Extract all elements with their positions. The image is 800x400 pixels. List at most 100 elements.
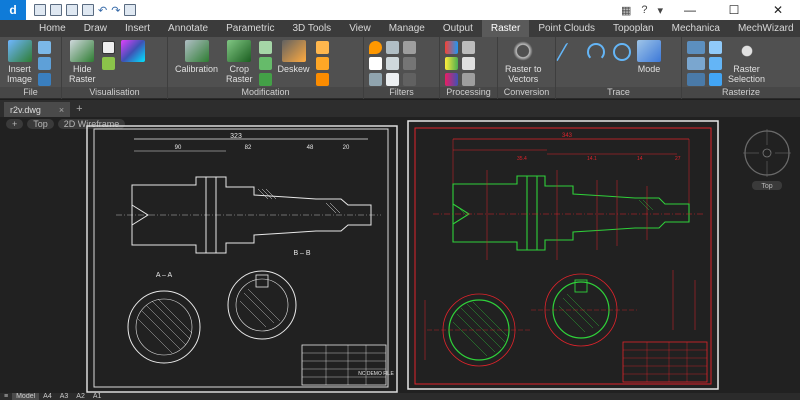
tab-insert[interactable]: Insert bbox=[116, 20, 159, 37]
save-icon[interactable] bbox=[66, 4, 78, 16]
open-folder-icon[interactable] bbox=[50, 4, 62, 16]
erase-raster-icon[interactable] bbox=[709, 41, 722, 54]
rasterize-all-icon[interactable] bbox=[687, 73, 705, 86]
raster-drawing-sheet[interactable]: 323 90 82 48 20 A – A B – B NC DEMO FILE bbox=[86, 125, 398, 393]
minimize-button[interactable]: — bbox=[668, 0, 712, 20]
maximize-button[interactable]: ☐ bbox=[712, 0, 756, 20]
close-button[interactable]: ✕ bbox=[756, 0, 800, 20]
tab-output[interactable]: Output bbox=[434, 20, 482, 37]
align-raster-icon[interactable] bbox=[315, 41, 329, 54]
trace-line-icon[interactable] bbox=[555, 43, 585, 61]
vector-dim-14: 14 bbox=[637, 156, 643, 162]
smooth-icon[interactable] bbox=[386, 41, 399, 54]
raster-frame-icon[interactable] bbox=[101, 41, 115, 54]
raster-text-icon[interactable] bbox=[709, 73, 722, 86]
invert-icon[interactable] bbox=[369, 57, 382, 70]
deskew-button[interactable]: Deskew bbox=[274, 39, 314, 74]
deskew-label: Deskew bbox=[277, 64, 310, 74]
trace-circle-icon[interactable] bbox=[613, 43, 631, 61]
undo-icon[interactable]: ↶ bbox=[98, 4, 107, 17]
tab-view[interactable]: View bbox=[340, 20, 380, 37]
tab-manage[interactable]: Manage bbox=[380, 20, 434, 37]
view-cube[interactable]: Top bbox=[738, 123, 796, 194]
ribbon-tabs: Home Draw Insert Annotate Parametric 3D … bbox=[0, 20, 800, 37]
layout-tab-a1[interactable]: A1 bbox=[89, 393, 106, 400]
raster-correction-icon[interactable] bbox=[315, 73, 329, 86]
processing-col-1 bbox=[443, 39, 460, 86]
viewport-menu-button[interactable]: + bbox=[6, 119, 24, 129]
grayscale-icon[interactable] bbox=[462, 57, 475, 70]
layout-nav-icon[interactable]: ≡ bbox=[0, 393, 12, 400]
raster-color-button[interactable] bbox=[117, 39, 149, 64]
insert-image-icon bbox=[7, 40, 32, 62]
tab-parametric[interactable]: Parametric bbox=[217, 20, 283, 37]
rotate-raster-icon[interactable] bbox=[258, 57, 272, 70]
document-tab-bar: r2v.dwg × + bbox=[0, 100, 800, 117]
rasterize-col-1 bbox=[685, 39, 707, 86]
document-tab-label: r2v.dwg bbox=[10, 104, 41, 115]
raster-contrast-icon[interactable] bbox=[101, 57, 115, 70]
rasterize-entities-icon[interactable] bbox=[687, 41, 705, 54]
tab-mechwizard[interactable]: MechWizard bbox=[729, 20, 800, 37]
drawing-viewport[interactable]: + Top 2D Wireframe 323 90 82 48 20 A – A… bbox=[0, 117, 800, 394]
calibration-button[interactable]: Calibration bbox=[171, 39, 222, 74]
layout-tab-a2[interactable]: A2 bbox=[72, 393, 89, 400]
vector-dim-27: 27 bbox=[675, 156, 681, 162]
mirror-raster-icon[interactable] bbox=[258, 41, 272, 54]
app-logo[interactable]: d bbox=[0, 0, 26, 20]
tab-home[interactable]: Home bbox=[30, 20, 75, 37]
tab-3d-tools[interactable]: 3D Tools bbox=[283, 20, 340, 37]
save-raster-as-icon[interactable] bbox=[38, 57, 52, 70]
section-b-label: B – B bbox=[293, 250, 310, 257]
resize-raster-icon[interactable] bbox=[258, 73, 272, 86]
binarize-icon[interactable] bbox=[462, 41, 475, 54]
vector-drawing-sheet[interactable]: 343 35.4 14.1 14 27 bbox=[407, 120, 719, 390]
close-document-icon[interactable]: × bbox=[59, 105, 64, 115]
rubber-sheet-icon[interactable] bbox=[315, 57, 329, 70]
new-document-tab-button[interactable]: + bbox=[76, 102, 82, 117]
fill-icon[interactable] bbox=[369, 41, 382, 54]
tab-raster[interactable]: Raster bbox=[481, 20, 530, 37]
raster-hatch-icon[interactable] bbox=[709, 57, 722, 70]
layout-tab-a4[interactable]: A4 bbox=[39, 393, 56, 400]
new-file-icon[interactable] bbox=[34, 4, 46, 16]
ocr-icon[interactable] bbox=[462, 73, 475, 86]
export-raster-icon[interactable] bbox=[38, 73, 52, 86]
save-raster-icon[interactable] bbox=[38, 41, 52, 54]
dilate-icon[interactable] bbox=[403, 73, 416, 86]
tab-topoplan[interactable]: Topoplan bbox=[604, 20, 663, 37]
view-direction-label[interactable]: Top bbox=[27, 119, 54, 129]
erode-icon[interactable] bbox=[403, 57, 416, 70]
window-controls: ▦ ? ▾ — ☐ ✕ bbox=[616, 0, 800, 20]
thickening-icon[interactable] bbox=[386, 73, 399, 86]
tab-point-clouds[interactable]: Point Clouds bbox=[529, 20, 604, 37]
rasterize-region-icon[interactable] bbox=[687, 57, 705, 70]
document-tab[interactable]: r2v.dwg × bbox=[4, 102, 71, 117]
workspace-icon[interactable]: ▦ bbox=[616, 4, 636, 17]
redo-icon[interactable]: ↷ bbox=[111, 4, 120, 17]
help-dropdown-icon[interactable]: ▾ bbox=[652, 4, 668, 17]
tab-draw[interactable]: Draw bbox=[75, 20, 116, 37]
crop-raster-button[interactable]: Crop Raster bbox=[222, 39, 257, 84]
trace-arc-icon[interactable] bbox=[587, 43, 605, 61]
color-separation-icon[interactable] bbox=[445, 41, 458, 54]
hide-raster-button[interactable]: Hide Raster bbox=[65, 39, 100, 84]
layout-tab-a3[interactable]: A3 bbox=[56, 393, 73, 400]
color-reduction-icon[interactable] bbox=[445, 57, 458, 70]
trace-mode-button[interactable]: Mode bbox=[633, 39, 665, 74]
thinning-icon[interactable] bbox=[386, 57, 399, 70]
raster-to-vectors-button[interactable]: Raster to Vectors bbox=[501, 39, 546, 84]
tab-annotate[interactable]: Annotate bbox=[159, 20, 217, 37]
holes-icon[interactable] bbox=[403, 41, 416, 54]
palette-icon[interactable] bbox=[445, 73, 458, 86]
print-icon[interactable] bbox=[124, 4, 137, 16]
raster-selection-button[interactable]: Raster Selection bbox=[724, 39, 769, 84]
despeckle-icon[interactable] bbox=[369, 73, 382, 86]
help-button[interactable]: ? bbox=[636, 4, 652, 16]
tab-mechanica[interactable]: Mechanica bbox=[663, 20, 729, 37]
save-as-icon[interactable] bbox=[82, 4, 94, 16]
layout-tab-model[interactable]: Model bbox=[12, 393, 40, 400]
insert-image-button[interactable]: Insert Image bbox=[3, 39, 36, 84]
raster-selection-label: Raster Selection bbox=[728, 64, 766, 84]
visualisation-small-tools bbox=[100, 39, 117, 70]
